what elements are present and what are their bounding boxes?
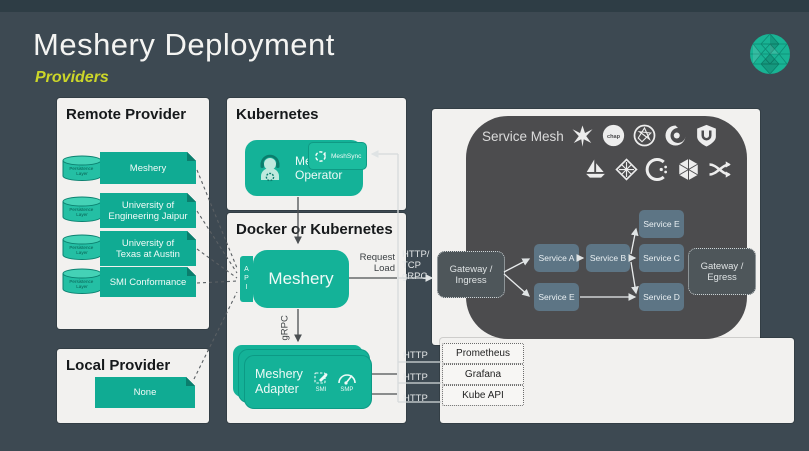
meshery-adapter-box: Meshery Adapter SMI SMP [245,356,371,408]
http-label-2: HTTP [403,372,428,383]
remote-provider-item-meshery: Meshery [100,152,196,184]
page-title: Meshery Deployment [33,27,335,63]
persistence-db-icon: Persistence Layer [62,234,102,261]
kube-api-box: Kube API [442,385,524,406]
gateway-ingress-box: Gateway / Ingress [437,251,505,298]
svg-text:chap: chap [607,134,621,140]
persistence-db-icon: Persistence Layer [62,268,102,295]
page-subtitle: Providers [35,69,109,87]
meshsync-box: MeshSync [308,142,367,170]
gateway-egress-box: Gateway / Egress [688,248,756,295]
request-load-label: Request Load [352,252,395,274]
remote-provider-item-jaipur: University of Engineering Jaipur [100,193,196,228]
service-c-box: Service C [639,244,684,272]
service-b-box: Service B [586,244,630,272]
prometheus-box: Prometheus [442,343,524,364]
meshery-adapter-label: Meshery Adapter [255,367,303,397]
http-label-3: HTTP [403,393,428,404]
mesh-logo-swirl [663,123,688,148]
grafana-box: Grafana [442,364,524,385]
http-tcp-grpc-label: HTTP/ TCP gRPC [402,249,436,282]
fold-corner [187,231,196,240]
fold-corner [187,152,196,161]
remote-provider-title: Remote Provider [66,106,186,123]
meshsync-icon [314,150,327,163]
mesh-logo-hexagon [676,157,701,182]
mesh-logo-arc [645,157,670,182]
mesh-logo-badge: chap [601,123,626,148]
service-mesh-title: Service Mesh [482,129,564,144]
remote-provider-item-texas: University of Texas at Austin [100,231,196,266]
mesh-logo-shield [694,123,719,148]
service-e-left-box: Service E [534,283,579,311]
slide: Meshery Deployment Providers Remote Prov… [0,0,809,451]
top-band [0,0,809,12]
meshery-box: Meshery [253,250,349,308]
mesh-logo-cube [614,157,639,182]
docker-or-kubernetes-title: Docker or Kubernetes [236,221,393,238]
smp-icon-group: SMP [337,371,357,393]
persistence-db-icon: Persistence Layer [62,155,102,182]
fold-corner [186,377,195,386]
grpc-label: gRPC [280,307,291,341]
mesh-logo-row-1: chap [570,123,719,148]
fold-corner [187,267,196,276]
local-provider-title: Local Provider [66,357,170,374]
http-label-1: HTTP [403,350,428,361]
smi-icon [313,371,329,386]
service-a-box: Service A [534,244,579,272]
meshery-logo [749,33,791,75]
mesh-logo-sailboat [583,157,608,182]
smp-icon [337,371,357,386]
meshsync-label: MeshSync [331,153,361,160]
mesh-logo-ring [632,123,657,148]
mesh-logo-burst [570,123,595,148]
persistence-db-icon: Persistence Layer [62,196,102,223]
service-e-top-box: Service E [639,210,684,238]
api-tab: API [240,256,253,302]
service-mesh-box: Service Mesh chap [466,116,747,339]
mesh-logo-knot [707,157,732,182]
local-provider-item-none: None [95,377,195,408]
fold-corner [187,193,196,202]
remote-provider-item-smi: SMI Conformance [100,267,196,297]
operator-icon [253,151,287,185]
kubernetes-title: Kubernetes [236,106,319,123]
mesh-logo-row-2 [583,157,732,182]
service-d-box: Service D [639,283,684,311]
smi-icon-group: SMI [313,371,329,393]
